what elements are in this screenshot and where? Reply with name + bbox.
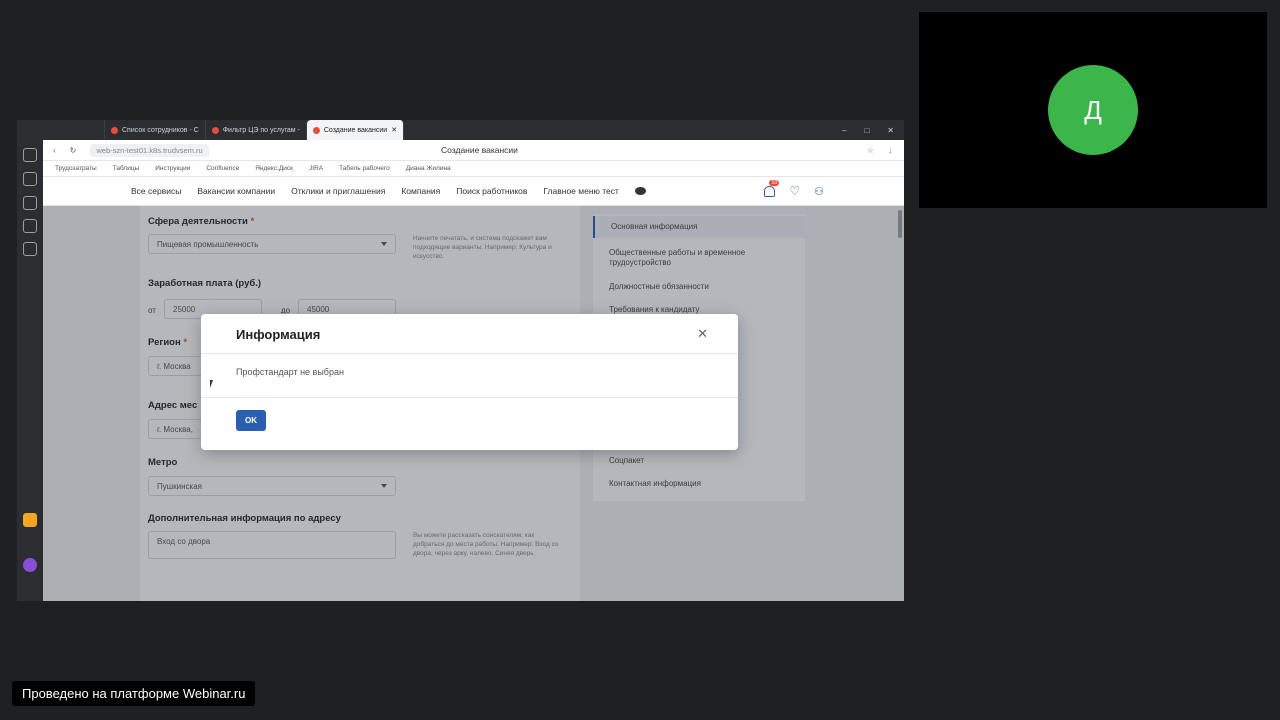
maximize-icon[interactable]: □ — [864, 126, 869, 135]
url-field[interactable]: web-szn-test01.k8s.trudvsem.ru — [90, 143, 209, 157]
bookmark-item[interactable]: Яндекс.Диск — [255, 165, 293, 172]
browser-sidebar — [17, 120, 43, 601]
nav-company[interactable]: Компания — [401, 186, 440, 196]
assistant-icon[interactable] — [23, 558, 37, 572]
heart-icon[interactable]: ♡ — [789, 184, 800, 198]
tab-strip: Список сотрудников - С Фильтр ЦЭ по услу… — [43, 120, 904, 140]
bookmark-item[interactable]: JIRA — [309, 165, 323, 172]
sidebar-icon[interactable] — [23, 172, 37, 186]
reload-icon[interactable]: ↻ — [70, 146, 77, 155]
bookmark-item[interactable]: Confluence — [206, 165, 239, 172]
platform-label: Проведено на платформе Webinar.ru — [12, 681, 256, 706]
favicon-icon — [211, 126, 219, 134]
nav-responses[interactable]: Отклики и приглашения — [291, 186, 385, 196]
nav-search-workers[interactable]: Поиск работников — [456, 186, 527, 196]
close-icon[interactable]: ✕ — [887, 126, 894, 135]
sidebar-icon[interactable] — [23, 242, 37, 256]
download-icon[interactable]: ↓ — [888, 146, 892, 155]
address-bar: ‹ ↻ web-szn-test01.k8s.trudvsem.ru Созда… — [43, 140, 904, 161]
favicon-icon — [111, 126, 118, 134]
address-icons: ☆ ↓ — [867, 146, 904, 155]
dialog-title: Информация — [236, 327, 321, 342]
page-title: Создание вакансии — [441, 145, 518, 155]
divider — [201, 353, 738, 354]
bookmark-item[interactable]: Таблицы — [113, 165, 140, 172]
camera-panel: Д — [919, 12, 1267, 208]
back-icon[interactable]: ‹ — [53, 146, 56, 155]
minimize-icon[interactable]: – — [842, 126, 846, 135]
bookmark-item[interactable]: Инструкции — [155, 165, 190, 172]
bell-icon[interactable]: 10 — [764, 179, 780, 197]
avatar: Д — [1048, 65, 1138, 155]
bookmark-icon[interactable]: ☆ — [867, 146, 874, 155]
notification-badge: 10 — [769, 179, 780, 186]
tab-create-vacancy[interactable]: Создание вакансии ✕ — [306, 120, 405, 140]
sidebar-icon[interactable] — [23, 196, 37, 210]
mouse-cursor — [210, 380, 213, 388]
info-dialog: Информация ✕ Профстандарт не выбран OK — [201, 314, 738, 450]
close-tab-icon[interactable]: ✕ — [391, 126, 397, 134]
bookmark-item[interactable]: Диана Жилина — [406, 165, 451, 172]
browser-nav: ‹ ↻ — [43, 146, 76, 155]
close-icon[interactable]: ✕ — [697, 326, 708, 342]
sidebar-icon[interactable] — [23, 148, 37, 162]
favicon-icon — [312, 126, 320, 134]
bookmark-item[interactable]: Трудозатраты — [55, 165, 97, 172]
sidebar-icon[interactable] — [23, 219, 37, 233]
tab-filter[interactable]: Фильтр ЦЭ по услугам - — [206, 120, 307, 140]
tab-controls[interactable] — [43, 120, 105, 140]
nav-right-icons: 10 ♡ ⚇ — [764, 179, 824, 198]
eye-icon[interactable] — [634, 187, 646, 195]
ok-button[interactable]: OK — [236, 410, 266, 431]
app-icon[interactable] — [23, 513, 37, 527]
shared-browser-window: Список сотрудников - С Фильтр ЦЭ по услу… — [17, 120, 904, 601]
site-nav: Все сервисы Вакансии компании Отклики и … — [43, 177, 904, 206]
nav-company-vacancies[interactable]: Вакансии компании — [197, 186, 275, 196]
bookmarks-bar: Трудозатраты Таблицы Инструкции Confluen… — [43, 161, 904, 177]
nav-main-menu-test[interactable]: Главное меню тест — [543, 186, 619, 196]
bookmark-item[interactable]: Табель рабочего — [339, 165, 390, 172]
divider — [201, 397, 738, 398]
profile-icon[interactable]: ⚇ — [814, 185, 824, 198]
tab-employees[interactable]: Список сотрудников - С — [105, 120, 206, 140]
dialog-message: Профстандарт не выбран — [236, 367, 344, 377]
nav-all-services[interactable]: Все сервисы — [131, 186, 181, 196]
window-controls: – □ ✕ — [842, 126, 904, 135]
webinar-stage: Список сотрудников - С Фильтр ЦЭ по услу… — [0, 0, 1280, 720]
